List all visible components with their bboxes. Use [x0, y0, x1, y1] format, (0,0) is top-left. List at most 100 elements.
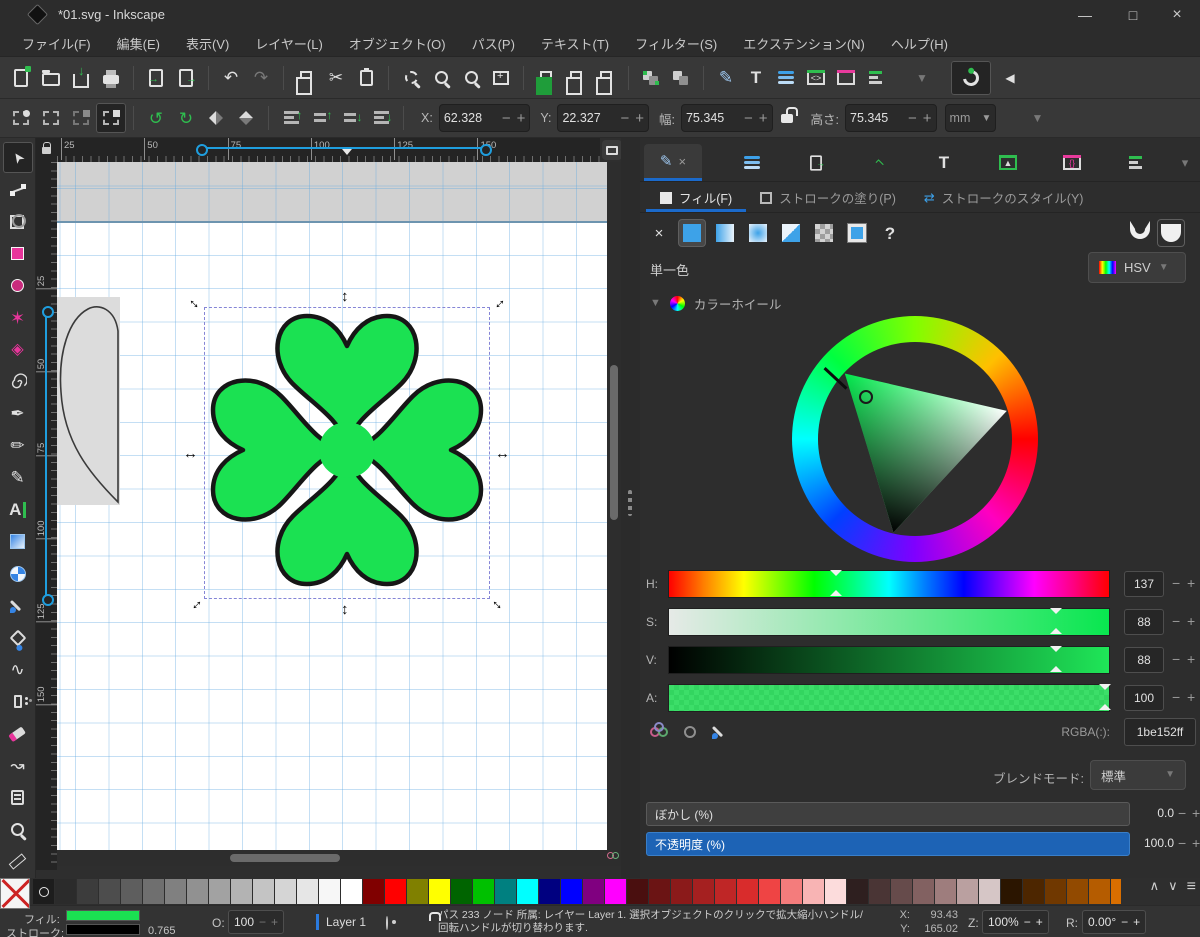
object-opacity-value[interactable]: 100: [234, 915, 254, 929]
palette-swatch[interactable]: [649, 879, 670, 904]
display-options-button[interactable]: [602, 140, 622, 160]
palette-swatch[interactable]: [517, 879, 538, 904]
cut-button[interactable]: ✂: [321, 63, 351, 93]
palette-swatch[interactable]: [1023, 879, 1044, 904]
alpha-slider-handle[interactable]: [1098, 684, 1111, 710]
palette-scroll-up[interactable]: ∧: [1150, 878, 1160, 896]
paint-mesh-button[interactable]: [778, 220, 804, 246]
palette-swatch[interactable]: [297, 879, 318, 904]
close-button[interactable]: ×: [1154, 0, 1200, 30]
rotation-decrement[interactable]: −: [1121, 915, 1128, 929]
sv-triangle[interactable]: [792, 316, 1038, 562]
value-increment[interactable]: +: [1187, 651, 1195, 667]
fill-color-indicator[interactable]: [66, 910, 140, 921]
color-circle-icon[interactable]: [684, 726, 696, 738]
paint-bucket-tool[interactable]: [3, 622, 33, 653]
tab-align[interactable]: [1116, 144, 1156, 181]
blur-value[interactable]: 0.0: [1138, 806, 1174, 820]
palette-swatch[interactable]: [407, 879, 428, 904]
measure-tool[interactable]: [3, 846, 33, 877]
node-tool[interactable]: [3, 174, 33, 205]
document-properties-button[interactable]: [831, 63, 861, 93]
height-value[interactable]: 75.345: [850, 111, 902, 125]
palette-swatch[interactable]: [341, 879, 362, 904]
raise-button[interactable]: [306, 103, 336, 133]
text-dialog-button[interactable]: T: [741, 63, 771, 93]
print-button[interactable]: [96, 63, 126, 93]
alpha-increment[interactable]: +: [1187, 689, 1195, 705]
selection-handle-w[interactable]: ↔: [183, 446, 198, 461]
minimize-button[interactable]: —: [1062, 0, 1108, 30]
palette-swatch[interactable]: [1001, 879, 1022, 904]
paste-button[interactable]: [351, 63, 381, 93]
y-value[interactable]: 22.327: [562, 111, 614, 125]
tab-fill-stroke[interactable]: ✎ ×: [644, 144, 702, 181]
gray-rectangle-object[interactable]: [57, 297, 120, 505]
zoom-drawing-button[interactable]: [426, 63, 456, 93]
stroke-width-value[interactable]: 0.765: [148, 925, 176, 937]
palette-swatch[interactable]: [429, 879, 450, 904]
zoom-page-button[interactable]: [456, 63, 486, 93]
menu-item[interactable]: ヘルプ(H): [891, 34, 948, 53]
palette-swatch[interactable]: [583, 879, 604, 904]
palette-swatch[interactable]: [561, 879, 582, 904]
fill-stroke-dialog-button[interactable]: ✎: [711, 63, 741, 93]
xml-editor-button[interactable]: <>: [801, 63, 831, 93]
zoom-tool[interactable]: [3, 814, 33, 845]
horizontal-scrollbar[interactable]: [57, 850, 607, 866]
connector-tool[interactable]: ↝: [3, 750, 33, 781]
gradient-tool[interactable]: [3, 526, 33, 557]
height-increment[interactable]: +: [923, 110, 932, 127]
redo-button[interactable]: ↷: [246, 63, 276, 93]
height-field[interactable]: 75.345− +: [845, 104, 937, 132]
palette-swatch[interactable]: [715, 879, 736, 904]
palette-swatch[interactable]: [693, 879, 714, 904]
value-decrement[interactable]: −: [1172, 651, 1180, 667]
hue-decrement[interactable]: −: [1172, 575, 1180, 591]
calligraphy-tool[interactable]: ✎: [3, 462, 33, 493]
blur-increment[interactable]: +: [1192, 805, 1200, 821]
tab-fill[interactable]: フィル(F): [646, 183, 746, 212]
paint-none-button[interactable]: ×: [646, 220, 672, 246]
unlink-clone-button[interactable]: [591, 63, 621, 95]
palette-swatch[interactable]: [495, 879, 516, 904]
palette-swatch[interactable]: [869, 879, 890, 904]
spiral-tool[interactable]: [3, 366, 33, 397]
no-color-swatch[interactable]: [0, 878, 30, 909]
dropper-tool[interactable]: [3, 590, 33, 621]
color-managed-view-icon[interactable]: [607, 850, 621, 866]
palette-swatch[interactable]: [825, 879, 846, 904]
value-value[interactable]: 88: [1124, 647, 1164, 673]
palette-swatch[interactable]: [99, 879, 120, 904]
paint-swatch-button[interactable]: [844, 220, 870, 246]
import-button[interactable]: [141, 63, 171, 93]
rotate-cw-button[interactable]: ↻: [171, 103, 201, 133]
opacity-slider[interactable]: 不透明度 (%): [646, 832, 1130, 856]
ruler-corner[interactable]: [36, 138, 57, 162]
dock-tab-overflow[interactable]: ▾: [1172, 144, 1198, 181]
zoom-value[interactable]: 100%: [988, 915, 1019, 929]
alpha-decrement[interactable]: −: [1172, 689, 1180, 705]
ungroup-button[interactable]: [666, 63, 696, 93]
paint-unknown-button[interactable]: ?: [877, 220, 903, 246]
create-clone-button[interactable]: [561, 63, 591, 95]
rectangle-tool[interactable]: [3, 238, 33, 269]
palette-swatch[interactable]: [979, 879, 1000, 904]
tab-preferences[interactable]: ⌐: [860, 144, 900, 181]
new-document-button[interactable]: [6, 63, 36, 93]
star-tool[interactable]: ✶: [3, 302, 33, 333]
palette-swatch[interactable]: [891, 879, 912, 904]
palette-swatch[interactable]: [913, 879, 934, 904]
vertical-scrollbar[interactable]: [607, 162, 621, 850]
open-button[interactable]: [36, 63, 66, 93]
snap-bar-collapse-button[interactable]: ◀: [995, 61, 1025, 95]
flip-horizontal-button[interactable]: [201, 103, 231, 133]
rotate-ccw-button[interactable]: ↺: [141, 103, 171, 133]
export-button[interactable]: [171, 63, 201, 93]
palette-swatch[interactable]: [473, 879, 494, 904]
close-tab-icon[interactable]: ×: [678, 154, 686, 169]
palette-swatch-special[interactable]: [33, 879, 54, 904]
palette-swatch[interactable]: [253, 879, 274, 904]
menu-item[interactable]: エクステンション(N): [743, 34, 865, 53]
lower-to-bottom-button[interactable]: [366, 103, 396, 133]
